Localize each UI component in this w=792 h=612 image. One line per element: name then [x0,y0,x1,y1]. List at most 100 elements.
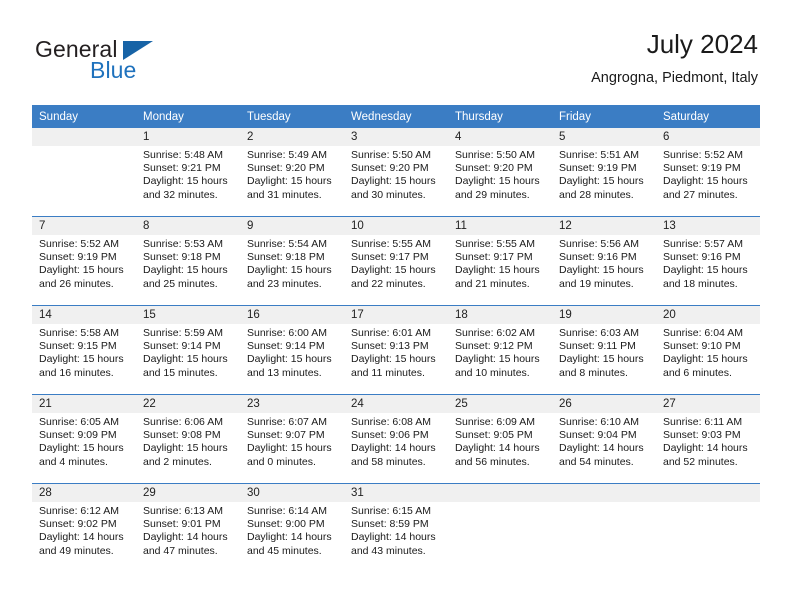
calendar-day-empty [552,484,656,572]
calendar-day-cell[interactable]: 27 Sunrise: 6:11 AM Sunset: 9:03 PM Dayligh… [656,394,760,484]
day-number: 5 [552,128,656,146]
calendar-day-cell[interactable]: 24 Sunrise: 6:08 AM Sunset: 9:06 PM Dayligh… [344,394,448,484]
general-blue-logo[interactable]: General Blue [35,36,215,90]
sunset-text: Sunset: 9:18 PM [247,251,325,264]
sunrise-text: Sunrise: 6:04 AM [663,327,743,339]
day-number: 10 [344,217,448,235]
calendar-day-empty [32,128,136,216]
daylight-text-line1: Daylight: 15 hours [39,264,124,277]
daylight-text-line1: Daylight: 15 hours [247,264,332,277]
calendar-day-cell[interactable]: 5 Sunrise: 5:51 AM Sunset: 9:19 PM Daylight… [552,128,656,217]
calendar-day-cell[interactable]: 13 Sunrise: 5:57 AM Sunset: 9:16 PM Dayligh… [656,216,760,306]
sunset-text: Sunset: 9:17 PM [455,251,533,264]
calendar-day-cell[interactable] [32,128,136,217]
calendar-day-cell[interactable] [448,483,552,572]
calendar-day-cell[interactable]: 8 Sunrise: 5:53 AM Sunset: 9:18 PM Daylight… [136,216,240,306]
sunrise-text: Sunrise: 5:52 AM [663,149,743,161]
daylight-text-line2: and 16 minutes. [39,366,114,379]
calendar-day-cell[interactable]: 23 Sunrise: 6:07 AM Sunset: 9:07 PM Dayligh… [240,394,344,484]
day-number: 19 [552,306,656,324]
day-details: Sunrise: 6:00 AM Sunset: 9:14 PM Daylight:… [240,324,344,380]
sunset-text: Sunset: 9:00 PM [247,518,325,531]
calendar-day-cell[interactable]: 29 Sunrise: 6:13 AM Sunset: 9:01 PM Dayligh… [136,483,240,572]
calendar-day-cell[interactable]: 11 Sunrise: 5:55 AM Sunset: 9:17 PM Dayligh… [448,216,552,306]
day-number: 30 [240,484,344,502]
sunset-text: Sunset: 9:07 PM [247,429,325,442]
sunrise-text: Sunrise: 6:03 AM [559,327,639,339]
sunrise-text: Sunrise: 6:13 AM [143,505,223,517]
calendar-day-cell[interactable]: 14 Sunrise: 5:58 AM Sunset: 9:15 PM Dayligh… [32,305,136,395]
calendar-day: 16 Sunrise: 6:00 AM Sunset: 9:14 PM Dayligh… [240,306,344,394]
daylight-text-line2: and 54 minutes. [559,455,634,468]
daylight-text-line1: Daylight: 14 hours [351,531,436,544]
calendar-day-cell[interactable]: 17 Sunrise: 6:01 AM Sunset: 9:13 PM Dayligh… [344,305,448,395]
calendar-day-cell[interactable]: 6 Sunrise: 5:52 AM Sunset: 9:19 PM Daylight… [656,128,760,217]
daylight-text-line2: and 27 minutes. [663,188,738,201]
sunset-text: Sunset: 9:12 PM [455,340,533,353]
daylight-text-line1: Daylight: 15 hours [247,353,332,366]
calendar-day-cell[interactable]: 12 Sunrise: 5:56 AM Sunset: 9:16 PM Dayligh… [552,216,656,306]
daylight-text-line1: Daylight: 14 hours [247,531,332,544]
day-number: 15 [136,306,240,324]
calendar-week-row: 14 Sunrise: 5:58 AM Sunset: 9:15 PM Dayligh… [32,305,760,395]
calendar-day-cell[interactable]: 31 Sunrise: 6:15 AM Sunset: 8:59 PM Dayligh… [344,483,448,572]
day-number [552,484,656,502]
day-details: Sunrise: 5:52 AM Sunset: 9:19 PM Daylight:… [656,146,760,202]
calendar-day: 5 Sunrise: 5:51 AM Sunset: 9:19 PM Daylight… [552,128,656,216]
calendar-day-cell[interactable]: 15 Sunrise: 5:59 AM Sunset: 9:14 PM Dayligh… [136,305,240,395]
sunset-text: Sunset: 9:02 PM [39,518,117,531]
daylight-text-line1: Daylight: 15 hours [247,442,332,455]
daylight-text-line1: Daylight: 15 hours [559,175,644,188]
calendar-day-cell[interactable]: 20 Sunrise: 6:04 AM Sunset: 9:10 PM Dayligh… [656,305,760,395]
calendar-day-cell[interactable]: 9 Sunrise: 5:54 AM Sunset: 9:18 PM Daylight… [240,216,344,306]
sunrise-text: Sunrise: 5:57 AM [663,238,743,250]
daylight-text-line1: Daylight: 15 hours [39,353,124,366]
day-number: 26 [552,395,656,413]
sunset-text: Sunset: 9:14 PM [143,340,221,353]
calendar-day-cell[interactable]: 2 Sunrise: 5:49 AM Sunset: 9:20 PM Daylight… [240,128,344,217]
daylight-text-line1: Daylight: 15 hours [247,175,332,188]
calendar-day: 7 Sunrise: 5:52 AM Sunset: 9:19 PM Daylight… [32,217,136,305]
calendar-day-cell[interactable]: 19 Sunrise: 6:03 AM Sunset: 9:11 PM Dayligh… [552,305,656,395]
calendar-day-cell[interactable]: 30 Sunrise: 6:14 AM Sunset: 9:00 PM Dayligh… [240,483,344,572]
day-details: Sunrise: 6:04 AM Sunset: 9:10 PM Daylight:… [656,324,760,380]
calendar-day-cell[interactable]: 4 Sunrise: 5:50 AM Sunset: 9:20 PM Daylight… [448,128,552,217]
calendar-day-cell[interactable]: 18 Sunrise: 6:02 AM Sunset: 9:12 PM Dayligh… [448,305,552,395]
day-number: 20 [656,306,760,324]
calendar-day-cell[interactable]: 25 Sunrise: 6:09 AM Sunset: 9:05 PM Dayligh… [448,394,552,484]
page-header: General Blue July 2024 Angrogna, Piedmon… [0,0,792,100]
calendar-day-cell[interactable]: 28 Sunrise: 6:12 AM Sunset: 9:02 PM Dayligh… [32,483,136,572]
day-number: 14 [32,306,136,324]
sunset-text: Sunset: 9:04 PM [559,429,637,442]
calendar-day-cell[interactable]: 10 Sunrise: 5:55 AM Sunset: 9:17 PM Dayligh… [344,216,448,306]
daylight-text-line1: Daylight: 15 hours [143,442,228,455]
day-number [656,484,760,502]
calendar-day: 30 Sunrise: 6:14 AM Sunset: 9:00 PM Dayligh… [240,484,344,572]
calendar-day-cell[interactable]: 21 Sunrise: 6:05 AM Sunset: 9:09 PM Dayligh… [32,394,136,484]
daylight-text-line2: and 6 minutes. [663,366,732,379]
sunset-text: Sunset: 9:09 PM [39,429,117,442]
weekday-header-tuesday: Tuesday [240,105,344,128]
daylight-text-line2: and 30 minutes. [351,188,426,201]
calendar-day-cell[interactable]: 26 Sunrise: 6:10 AM Sunset: 9:04 PM Dayligh… [552,394,656,484]
calendar-day-cell[interactable]: 3 Sunrise: 5:50 AM Sunset: 9:20 PM Daylight… [344,128,448,217]
calendar-day-cell[interactable]: 22 Sunrise: 6:06 AM Sunset: 9:08 PM Dayligh… [136,394,240,484]
sunset-text: Sunset: 9:21 PM [143,162,221,175]
sunrise-text: Sunrise: 5:49 AM [247,149,327,161]
calendar-week-row: 1 Sunrise: 5:48 AM Sunset: 9:21 PM Daylight… [32,128,760,217]
daylight-text-line1: Daylight: 15 hours [351,353,436,366]
calendar-day-cell[interactable] [552,483,656,572]
sunrise-text: Sunrise: 5:48 AM [143,149,223,161]
calendar-day-cell[interactable]: 1 Sunrise: 5:48 AM Sunset: 9:21 PM Daylight… [136,128,240,217]
daylight-text-line1: Daylight: 14 hours [559,442,644,455]
calendar-day: 24 Sunrise: 6:08 AM Sunset: 9:06 PM Dayligh… [344,395,448,483]
calendar-day-cell[interactable]: 7 Sunrise: 5:52 AM Sunset: 9:19 PM Daylight… [32,216,136,306]
daylight-text-line2: and 32 minutes. [143,188,218,201]
calendar-day-cell[interactable] [656,483,760,572]
daylight-text-line1: Daylight: 15 hours [663,264,748,277]
daylight-text-line2: and 28 minutes. [559,188,634,201]
calendar-day-cell[interactable]: 16 Sunrise: 6:00 AM Sunset: 9:14 PM Dayligh… [240,305,344,395]
sunrise-text: Sunrise: 5:55 AM [455,238,535,250]
daylight-text-line1: Daylight: 15 hours [559,264,644,277]
sunset-text: Sunset: 9:19 PM [39,251,117,264]
